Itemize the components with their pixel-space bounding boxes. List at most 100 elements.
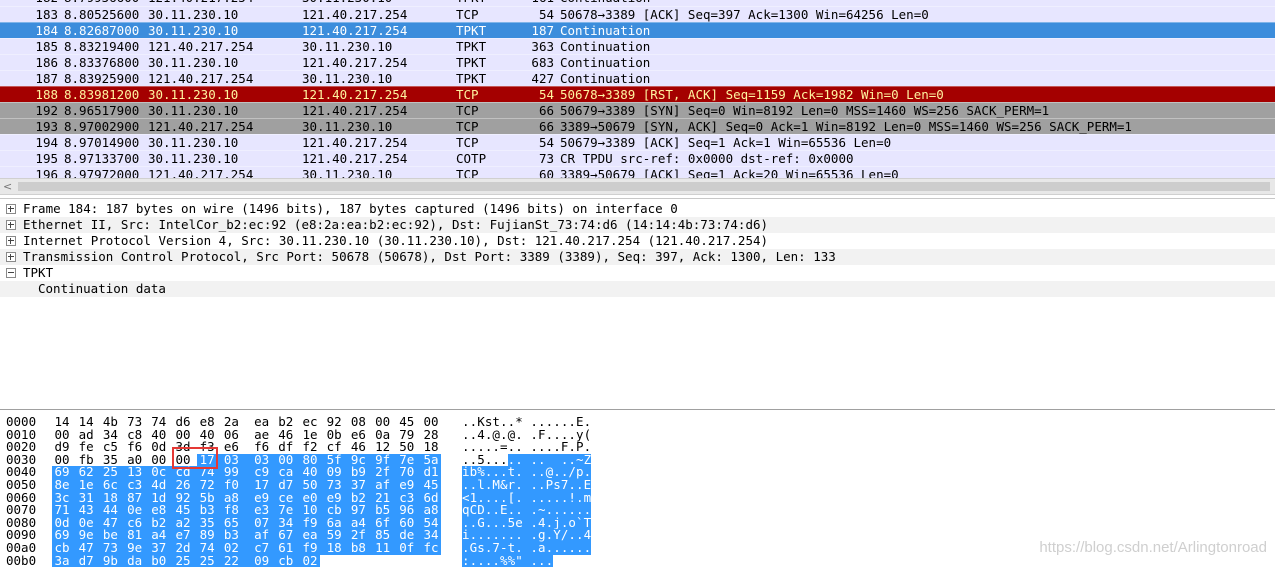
packet-number: 195: [35, 151, 58, 166]
detail-row[interactable]: Transmission Control Protocol, Src Port:…: [0, 249, 1275, 265]
hex-byte[interactable]: 25: [199, 554, 216, 567]
packet-number: 192: [35, 103, 58, 118]
hex-byte[interactable]: 09: [253, 554, 270, 567]
packet-number: 196: [35, 167, 58, 178]
packet-row[interactable]: 187 8.83925900 121.40.217.254 30.11.230.10 T…: [0, 70, 1275, 87]
detail-label: Internet Protocol Version 4, Src: 30.11.…: [23, 233, 769, 248]
detail-row[interactable]: Frame 184: 187 bytes on wire (1496 bits)…: [0, 201, 1275, 217]
hex-byte[interactable]: da: [126, 554, 143, 567]
hex-row[interactable]: 0080 0d 0e 47 c6 b2 a2 35 65 07 34 f9 6a a4 6f 60 54.. G.…: [0, 516, 1275, 530]
packet-length: 427: [531, 71, 554, 86]
detail-row[interactable]: TPKT: [0, 265, 1275, 281]
detail-label: Frame 184: 187 bytes on wire (1496 bits)…: [23, 201, 678, 216]
ascii-char: %: [500, 552, 508, 567]
packet-time: 8.96517900: [64, 103, 140, 118]
hex-row[interactable]: 00b03ad79bdab025252209cb02:....%%"...:..…: [0, 552, 1275, 567]
packet-number: 188: [35, 87, 58, 102]
ascii-char: .: [583, 540, 592, 555]
hex-row[interactable]: 0000 14 14 4b 73 74 d6 e8 2a ea b2 ec 92 08 00 45 00.. Ks…: [0, 415, 1275, 429]
packet-info: CR TPDU src-ref: 0x0000 dst-ref: 0x0000: [560, 151, 854, 166]
hex-byte[interactable]: 3a: [54, 554, 70, 567]
hex-byte[interactable]: 22: [223, 554, 240, 567]
detail-label: Ethernet II, Src: IntelCor_b2:ec:92 (e8:…: [23, 217, 769, 232]
hex-byte[interactable]: cb: [277, 554, 294, 567]
packet-row[interactable]: 188 8.83981200 30.11.230.10 121.40.217.254 T…: [0, 86, 1275, 103]
packet-length: 54: [538, 135, 554, 150]
hex-row[interactable]: 0070 71 43 44 0e e8 45 b3 f8 e3 7e 10 cb 97 b5 96 a8 q C D.…: [0, 504, 1275, 517]
packet-number: 184: [35, 23, 58, 38]
hex-byte[interactable]: b8: [350, 541, 367, 555]
ascii-char: .: [484, 552, 493, 567]
packet-protocol: TCP: [456, 119, 479, 134]
packet-row[interactable]: 185 8.83219400 121.40.217.254 30.11.230.10 T…: [0, 38, 1275, 55]
hex-byte[interactable]: 18: [326, 541, 343, 555]
hex-row[interactable]: 0050 8e 1e 6c c3 4d 26 72 f0 17 d7 50 73 37 af e9 45.. l.…: [0, 478, 1275, 492]
packet-source: 30.11.230.10: [148, 55, 239, 70]
packet-number: 183: [35, 7, 58, 22]
ascii-char: .: [568, 540, 576, 555]
packet-list[interactable]: 1828.79956600121.40.217.25430.11.230.10T…: [0, 0, 1275, 178]
collapse-icon[interactable]: [6, 268, 16, 278]
packet-source: 121.40.217.254: [148, 71, 254, 86]
expand-icon[interactable]: [6, 220, 16, 230]
packet-time: 8.97133700: [64, 151, 140, 166]
packet-info: 50678→3389 [ACK] Seq=397 Ack=1300 Win=64…: [560, 7, 929, 22]
packet-row[interactable]: 183 8.80525600 30.11.230.10 121.40.217.254 T…: [0, 6, 1275, 23]
detail-row[interactable]: Continuation data: [0, 281, 1275, 297]
packet-length: 60: [538, 167, 554, 178]
packet-row[interactable]: 193 8.97002900 121.40.217.254 30.11.230.10 T…: [0, 118, 1275, 135]
packet-info: 3389→50679 [ACK] Seq=1 Ack=20 Win=65536 …: [560, 167, 899, 178]
hex-byte[interactable]: 02: [302, 554, 318, 567]
packet-details-tree[interactable]: Frame 184: 187 bytes on wire (1496 bits)…: [0, 198, 1275, 410]
ascii-char: .: [545, 552, 554, 567]
packet-length: 54: [538, 87, 554, 102]
packet-time: 8.97014900: [64, 135, 140, 150]
packet-destination: 30.11.230.10: [302, 119, 393, 134]
detail-row[interactable]: Internet Protocol Version 4, Src: 30.11.…: [0, 233, 1275, 249]
hex-byte[interactable]: 25: [175, 554, 191, 567]
hex-byte[interactable]: 0f: [398, 541, 415, 555]
detail-row[interactable]: Ethernet II, Src: IntelCor_b2:ec:92 (e8:…: [0, 217, 1275, 233]
packet-destination: 121.40.217.254: [302, 135, 408, 150]
packet-time: 8.97972000: [64, 167, 140, 178]
packet-source: 30.11.230.10: [148, 87, 239, 102]
packet-length: 73: [538, 151, 554, 166]
hex-byte[interactable]: fc: [423, 541, 439, 555]
expand-icon[interactable]: [6, 252, 16, 262]
packet-source: 121.40.217.254: [148, 167, 254, 178]
hex-row[interactable]: 0060 3c 31 18 87 1d 92 5b a8 e9 ce e0 e9 b2 21 c3 6d <1..…: [0, 491, 1275, 505]
expand-icon[interactable]: [6, 236, 16, 246]
hex-byte[interactable]: b0: [150, 554, 167, 567]
packet-time: 8.83219400: [64, 39, 140, 54]
hex-byte[interactable]: 9b: [102, 554, 119, 567]
detail-label: Transmission Control Protocol, Src Port:…: [23, 249, 836, 264]
ascii-char: .: [492, 552, 500, 567]
packet-source: 30.11.230.10: [148, 103, 239, 118]
expand-icon[interactable]: [6, 204, 16, 214]
packet-row[interactable]: 186 8.83376800 30.11.230.10 121.40.217.254 T…: [0, 54, 1275, 71]
packet-time: 8.97002900: [64, 119, 140, 134]
scroll-left-arrow-icon[interactable]: <: [3, 180, 12, 193]
ascii-char: .: [560, 540, 569, 555]
packet-row[interactable]: 196 8.97972000 121.40.217.254 30.11.230.10 T…: [0, 166, 1275, 178]
scrollbar-thumb[interactable]: [18, 182, 1270, 191]
ascii-char: .: [469, 552, 478, 567]
hex-row[interactable]: 0010 00 ad 34 c8 40 00 40 06 ae 46 1e 0b e6 0a 79 28.. 4.…: [0, 428, 1275, 442]
packet-info: 50679→3389 [SYN] Seq=0 Win=8192 Len=0 MS…: [560, 103, 1050, 118]
packet-destination: 121.40.217.254: [302, 87, 408, 102]
packet-protocol: TCP: [456, 135, 479, 150]
packet-row[interactable]: 195 8.97133700 30.11.230.10 121.40.217.254 C…: [0, 150, 1275, 167]
packet-time: 8.82687000: [64, 23, 140, 38]
hex-byte[interactable]: 11: [374, 541, 391, 555]
hex-offset: 00b0: [6, 552, 37, 567]
packet-destination: 121.40.217.254: [302, 103, 408, 118]
packet-source: 30.11.230.10: [148, 151, 239, 166]
packet-row[interactable]: 192 8.96517900 30.11.230.10 121.40.217.254 T…: [0, 102, 1275, 119]
packet-protocol: TCP: [456, 7, 479, 22]
packet-length: 66: [538, 119, 554, 134]
packet-row-selected[interactable]: 184 8.82687000 30.11.230.10 121.40.217.254 T…: [0, 22, 1275, 39]
packet-list-horizontal-scrollbar[interactable]: <: [0, 178, 1275, 195]
hex-byte[interactable]: d7: [78, 554, 95, 567]
packet-destination: 30.11.230.10: [302, 71, 393, 86]
packet-row[interactable]: 194 8.97014900 30.11.230.10 121.40.217.254 T…: [0, 134, 1275, 151]
